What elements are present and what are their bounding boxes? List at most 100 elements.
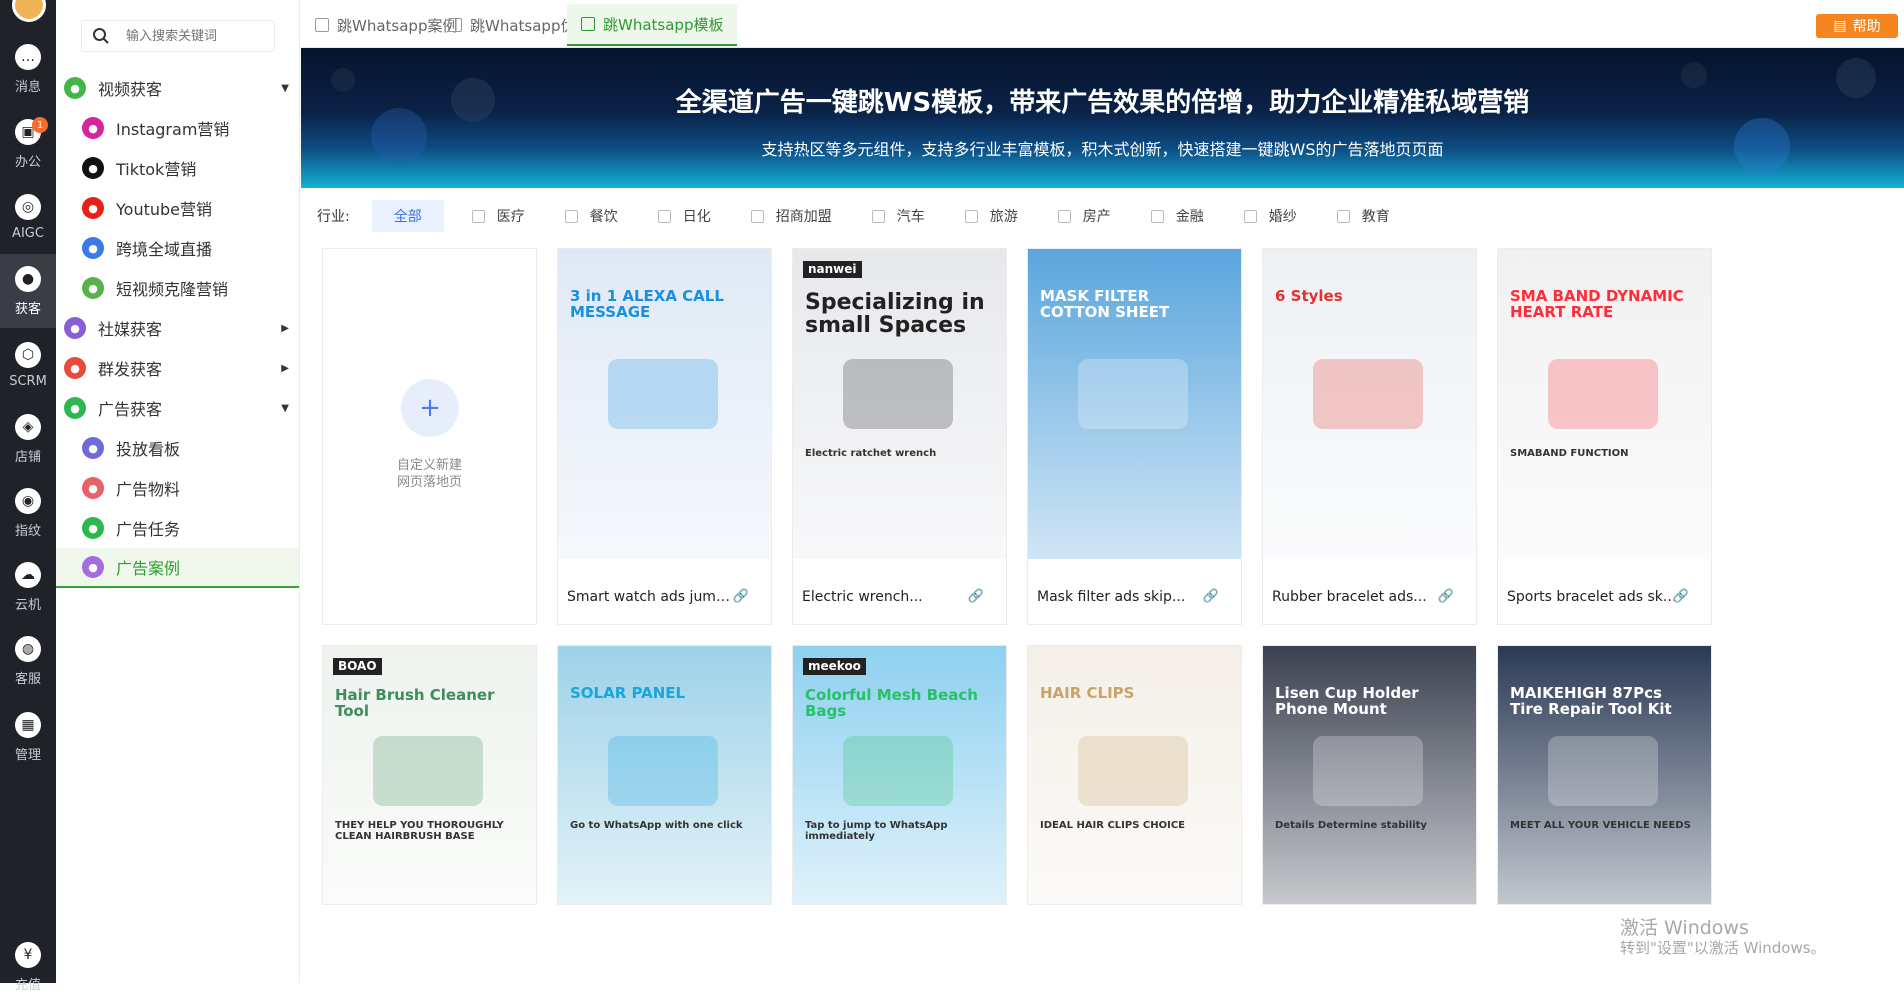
link-icon[interactable]: 🔗 xyxy=(1203,589,1219,604)
template-thumbnail[interactable]: MASK FILTER COTTON SHEET xyxy=(1028,249,1241,559)
filter-chip-3[interactable]: 日化 xyxy=(646,200,723,232)
filter-chip-label: 房产 xyxy=(1082,209,1111,225)
sidebar-item-10[interactable]: ● 广告物料 xyxy=(56,468,299,508)
filter-chip-10[interactable]: 教育 xyxy=(1325,200,1402,232)
template-thumbnail[interactable]: meekoo Colorful Mesh Beach Bags Tap to jum… xyxy=(793,646,1006,904)
template-thumbnail[interactable]: 6 Styles xyxy=(1263,249,1476,559)
windows-activation-watermark: 激活 Windows 转到"设置"以激活 Windows。 xyxy=(1620,917,1826,957)
new-template-card[interactable]: + 自定义新建 网页落地页 xyxy=(322,248,537,625)
chevron-right-icon[interactable]: ▶ xyxy=(281,323,289,334)
card-caption: Smart watch ads jump... xyxy=(567,589,737,605)
checkbox[interactable] xyxy=(1150,209,1164,223)
sidebar-item-3[interactable]: ● Youtube营销 xyxy=(56,188,299,228)
filter-chip-6[interactable]: 旅游 xyxy=(953,200,1030,232)
page-icon xyxy=(315,18,329,32)
rail-item-label: 店铺 xyxy=(14,449,41,465)
template-thumbnail[interactable]: Lisen Cup Holder Phone Mount Details Dete… xyxy=(1263,646,1476,904)
filter-chip-label: 日化 xyxy=(682,209,711,225)
sidebar-item-label: Instagram营销 xyxy=(116,120,230,139)
checkbox[interactable] xyxy=(871,209,885,223)
add-icon[interactable]: + xyxy=(401,379,459,437)
sidebar-item-9[interactable]: ● 投放看板 xyxy=(56,428,299,468)
filter-chip-0[interactable]: 全部 xyxy=(371,200,444,232)
checkbox[interactable] xyxy=(1243,209,1257,223)
youtube-icon: ● xyxy=(82,197,104,219)
rail-item-4[interactable]: ⬡ SCRM xyxy=(0,328,56,402)
thumbnail-subtext: Electric ratchet wrench xyxy=(805,448,937,459)
rail-item-9[interactable]: ▦ 管理 xyxy=(0,700,56,774)
sidebar-item-5[interactable]: ● 短视频克隆营销 xyxy=(56,268,299,308)
template-card[interactable]: BOAO Hair Brush Cleaner Tool THEY HELP YOU… xyxy=(322,645,537,905)
template-card[interactable]: SOLAR PANEL Go to WhatsApp with one click xyxy=(557,645,772,905)
template-card[interactable]: Lisen Cup Holder Phone Mount Details Dete… xyxy=(1262,645,1477,905)
filter-chip-label: 教育 xyxy=(1361,209,1390,225)
help-button[interactable]: ▤ 帮助 xyxy=(1816,14,1898,38)
sidebar: ● 视频获客 ▼ ● Instagram营销 ● Tiktok营销 ● Youtube营销 ● 跨境… xyxy=(56,0,300,983)
template-thumbnail[interactable]: BOAO Hair Brush Cleaner Tool THEY HELP YOU… xyxy=(323,646,536,904)
template-card[interactable]: meekoo Colorful Mesh Beach Bags Tap to jum… xyxy=(792,645,1007,905)
filter-label: 行业: xyxy=(317,209,350,225)
checkbox[interactable] xyxy=(1336,209,1350,223)
filter-chip-8[interactable]: 金融 xyxy=(1139,200,1216,232)
tab-whatsapp-templates[interactable]: 跳Whatsapp模板 xyxy=(567,4,738,46)
template-thumbnail[interactable]: 3 in 1 ALEXA CALL MESSAGE xyxy=(558,249,771,559)
rail-item-8[interactable]: ◍ 客服 xyxy=(0,624,56,698)
checkbox[interactable] xyxy=(564,209,578,223)
rail-item-6[interactable]: ◉ 指纹 xyxy=(0,476,56,550)
checkbox[interactable] xyxy=(471,209,485,223)
sidebar-item-6[interactable]: ● 社媒获客 ▶ xyxy=(56,308,299,348)
rail-item-2[interactable]: ◎ AIGC xyxy=(0,180,56,254)
template-thumbnail[interactable]: HAIR CLIPS IDEAL HAIR CLIPS CHOICE xyxy=(1028,646,1241,904)
rail-item-7[interactable]: ☁ 云机 xyxy=(0,550,56,624)
sidebar-item-7[interactable]: ● 群发获客 ▶ xyxy=(56,348,299,388)
thumbnail-headline: MASK FILTER COTTON SHEET xyxy=(1040,287,1170,321)
sidebar-item-11[interactable]: ● 广告任务 xyxy=(56,508,299,548)
sidebar-item-1[interactable]: ● Instagram营销 xyxy=(56,108,299,148)
rail-item-3[interactable]: ● 获客 xyxy=(0,254,56,328)
link-icon[interactable]: 🔗 xyxy=(1673,589,1689,604)
avatar[interactable] xyxy=(12,0,46,22)
template-thumbnail[interactable]: nanwei Specializing in small Spaces Electr… xyxy=(793,249,1006,559)
checkbox[interactable] xyxy=(1057,209,1071,223)
link-icon[interactable]: 🔗 xyxy=(1438,589,1454,604)
link-icon[interactable]: 🔗 xyxy=(733,589,749,604)
rail-item-10[interactable]: ¥ 充值 xyxy=(0,930,56,1004)
rail-item-1[interactable]: ▣ 办公 1 xyxy=(0,107,56,181)
rail-item-label: 云机 xyxy=(14,597,41,613)
template-thumbnail[interactable]: MAIKEHIGH 87Pcs Tire Repair Tool Kit MEET… xyxy=(1498,646,1711,904)
template-card[interactable]: MASK FILTER COTTON SHEET Mask filter ads … xyxy=(1027,248,1242,625)
rail-item-5[interactable]: ◈ 店铺 xyxy=(0,402,56,476)
filter-chip-1[interactable]: 医疗 xyxy=(460,200,537,232)
checkbox[interactable] xyxy=(964,209,978,223)
filter-chip-5[interactable]: 汽车 xyxy=(860,200,937,232)
sidebar-item-0[interactable]: ● 视频获客 ▼ xyxy=(56,68,299,108)
template-card[interactable]: SMA BAND DYNAMIC HEART RATE SMABAND FUNCT… xyxy=(1497,248,1712,625)
sidebar-item-4[interactable]: ● 跨境全域直播 xyxy=(56,228,299,268)
chevron-down-icon[interactable]: ▼ xyxy=(281,403,289,414)
chevron-down-icon[interactable]: ▼ xyxy=(281,83,289,94)
template-card[interactable]: 3 in 1 ALEXA CALL MESSAGE Smart watch ads… xyxy=(557,248,772,625)
sidebar-item-8[interactable]: ● 广告获客 ▼ xyxy=(56,388,299,428)
link-icon[interactable]: 🔗 xyxy=(968,589,984,604)
checkbox[interactable] xyxy=(750,209,764,223)
customer-icon: ● xyxy=(15,265,41,292)
filter-chip-9[interactable]: 婚纱 xyxy=(1232,200,1309,232)
rail-item-0[interactable]: … 消息 xyxy=(0,32,56,106)
template-card[interactable]: HAIR CLIPS IDEAL HAIR CLIPS CHOICE xyxy=(1027,645,1242,905)
search-box[interactable] xyxy=(81,20,275,52)
chevron-right-icon[interactable]: ▶ xyxy=(281,363,289,374)
checkbox[interactable] xyxy=(657,209,671,223)
sidebar-item-2[interactable]: ● Tiktok营销 xyxy=(56,148,299,188)
filter-chip-7[interactable]: 房产 xyxy=(1046,200,1123,232)
filter-chip-4[interactable]: 招商加盟 xyxy=(739,200,844,232)
template-card[interactable]: nanwei Specializing in small Spaces Electr… xyxy=(792,248,1007,625)
template-card[interactable]: MAIKEHIGH 87Pcs Tire Repair Tool Kit MEET… xyxy=(1497,645,1712,905)
filter-chip-2[interactable]: 餐饮 xyxy=(553,200,630,232)
search-input[interactable] xyxy=(126,28,266,44)
template-card[interactable]: 6 Styles Rubber bracelet ads... 🔗 xyxy=(1262,248,1477,625)
sidebar-item-12[interactable]: ● 广告案例 xyxy=(56,548,299,588)
template-thumbnail[interactable]: SMA BAND DYNAMIC HEART RATE SMABAND FUNCT… xyxy=(1498,249,1711,559)
template-thumbnail[interactable]: SOLAR PANEL Go to WhatsApp with one click xyxy=(558,646,771,904)
rail-item-label: 办公 xyxy=(14,154,41,170)
clone-icon: ● xyxy=(82,277,104,299)
